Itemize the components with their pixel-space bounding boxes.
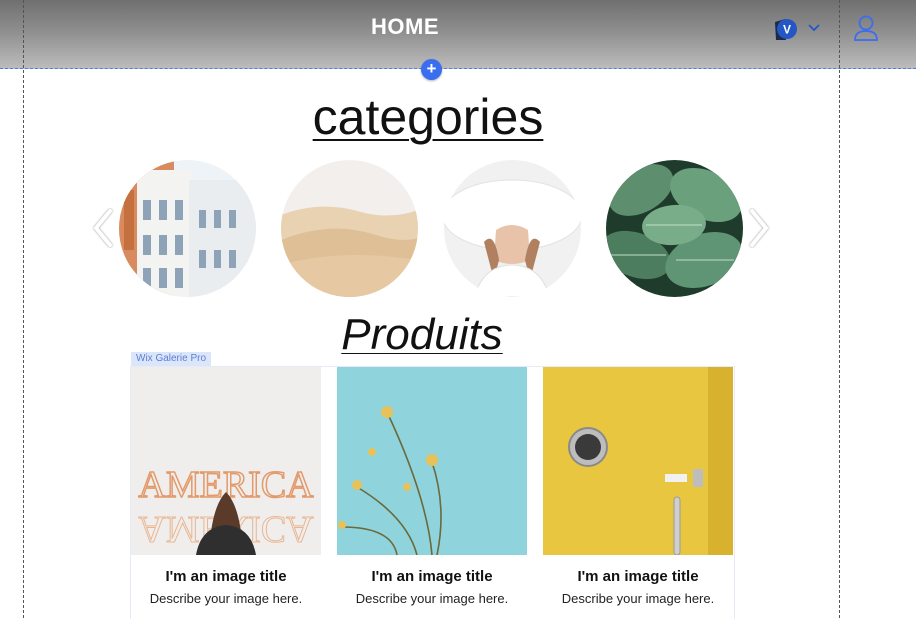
categories-heading: categories	[312, 89, 544, 145]
category-desert-image[interactable]	[281, 160, 418, 297]
gallery-item-title: I'm an image title	[165, 568, 287, 585]
gallery-item-title: I'm an image title	[371, 568, 493, 585]
header-selection-border	[0, 68, 916, 69]
chevron-down-icon	[808, 24, 820, 32]
gallery-item-image[interactable]: AMERICA AMERICA	[131, 367, 321, 555]
page-title[interactable]: HOME	[340, 14, 470, 40]
gallery-item[interactable]: AMERICA AMERICA I'm an image title Descr…	[131, 367, 321, 618]
left-guide-line	[23, 0, 24, 618]
gallery-item-image[interactable]	[543, 367, 733, 555]
user-icon[interactable]	[853, 14, 879, 42]
gallery-item-title: I'm an image title	[577, 568, 699, 585]
gallery-item-description: Describe your image here.	[561, 591, 715, 606]
gallery-item-description: Describe your image here.	[355, 591, 509, 606]
arrow-left-icon[interactable]	[92, 208, 114, 248]
gallery-item[interactable]: I'm an image title Describe your image h…	[337, 367, 527, 618]
language-flag-icon: V	[775, 19, 797, 40]
category-woman-image[interactable]	[444, 160, 581, 297]
gallery-item-description: Describe your image here.	[149, 591, 303, 606]
gallery-item[interactable]: I'm an image title Describe your image h…	[543, 367, 733, 618]
products-heading: Produits	[341, 310, 503, 359]
add-section-button[interactable]: +	[421, 59, 442, 80]
language-selector[interactable]: V	[772, 16, 826, 42]
gallery-item-image[interactable]	[337, 367, 527, 555]
gallery-label: Wix Galerie Pro	[131, 352, 212, 366]
category-leaves-image[interactable]	[606, 160, 743, 297]
svg-text:V: V	[783, 23, 791, 37]
right-guide-line	[839, 0, 840, 618]
arrow-right-icon[interactable]	[748, 208, 770, 248]
category-building-image[interactable]	[119, 160, 256, 297]
